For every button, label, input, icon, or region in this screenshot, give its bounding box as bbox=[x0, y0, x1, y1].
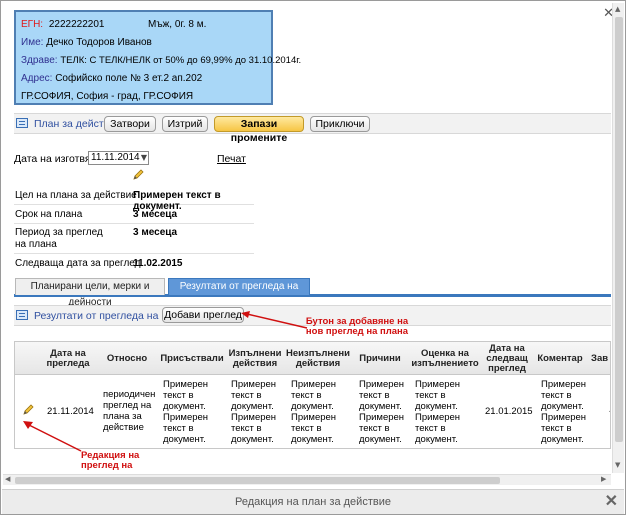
name-label: Име: bbox=[21, 37, 44, 48]
scroll-up-icon[interactable]: ▲ bbox=[615, 5, 620, 13]
footer-close-icon[interactable]: ✕ bbox=[605, 490, 618, 514]
info-row-goal: Цел на плана за действие Примерен текст … bbox=[14, 186, 254, 212]
col-reasons: Причини bbox=[359, 352, 401, 364]
cell-reasons: Примерен текст в документ. Примерен текс… bbox=[359, 379, 405, 445]
col-last: Зав bbox=[591, 352, 609, 364]
annotation-arrow-add bbox=[241, 311, 308, 329]
horizontal-scroll-thumb[interactable] bbox=[15, 477, 500, 484]
footer-title: Редакция на план за действие bbox=[235, 496, 391, 508]
finish-button[interactable]: Приключи bbox=[310, 116, 370, 132]
patient-egn-row: ЕГН: 2222222201 Мъж, 0г. 8 м. bbox=[21, 16, 266, 34]
cell-not-done: Примерен текст в документ. Примерен текс… bbox=[291, 379, 337, 445]
cell-present: Примерен текст в документ. Примерен текс… bbox=[163, 379, 209, 445]
col-about: Относно bbox=[106, 352, 148, 364]
edit-annotation: Редакция на преглед на плана bbox=[81, 450, 140, 474]
scroll-left-icon[interactable]: ◀ bbox=[5, 475, 10, 483]
table-row[interactable]: 21.11.2014 периодичен преглед на плана з… bbox=[15, 376, 610, 448]
edit-pencil-icon[interactable] bbox=[22, 404, 34, 416]
col-done: Изпълнени действия bbox=[228, 347, 282, 369]
patient-name-row: Име: Дечко Тодоров Иванов bbox=[21, 34, 266, 52]
cell-review-date: 21.11.2014 bbox=[47, 406, 94, 417]
cell-last: - bbox=[609, 406, 610, 417]
patient-address-row: Адрес: Софийско поле № 3 ет.2 ап.202 bbox=[21, 70, 266, 88]
patient-city-row: ГР.СОФИЯ, София - град, ГР.СОФИЯ bbox=[21, 88, 266, 106]
document-icon bbox=[16, 118, 28, 128]
tab-planned-goals[interactable]: Планирани цели, мерки и дейности bbox=[15, 278, 165, 308]
vertical-scroll-thumb[interactable] bbox=[615, 17, 623, 442]
print-link[interactable]: Печат bbox=[217, 153, 246, 165]
document-icon bbox=[16, 310, 28, 320]
col-not-done: Неизпълнени действия bbox=[285, 347, 350, 369]
col-present: Присъствали bbox=[160, 352, 224, 364]
action-bar: План за действие Затвори Изтрий Запази п… bbox=[14, 113, 611, 144]
horizontal-scrollbar[interactable]: ◀ ▶ bbox=[3, 474, 611, 485]
address-value: Софийско поле № 3 ет.2 ап.202 bbox=[55, 73, 203, 84]
egn-value: 2222222201 bbox=[48, 19, 105, 30]
tab-review-results[interactable]: Резултати от прегледа на плана bbox=[168, 278, 310, 308]
egn-label: ЕГН: bbox=[21, 19, 44, 30]
name-value: Дечко Тодоров Иванов bbox=[46, 37, 152, 48]
plan-info-table: Цел на плана за действие Примерен текст … bbox=[14, 186, 254, 273]
scroll-right-icon[interactable]: ▶ bbox=[601, 475, 606, 483]
dialog-content: ЕГН: 2222222201 Мъж, 0г. 8 м. Име: Дечко… bbox=[3, 3, 611, 473]
delete-button[interactable]: Изтрий bbox=[162, 116, 208, 132]
cell-next-date: 21.01.2015 bbox=[485, 406, 533, 417]
info-row-period: Период за преглед на плана 3 месеца bbox=[14, 224, 254, 254]
annotation-arrow-edit bbox=[23, 421, 82, 452]
table-header: Дата на прегледа Относно Присъствали Изп… bbox=[15, 342, 610, 375]
date-select[interactable]: 11.11.2014 ▼ bbox=[88, 151, 149, 165]
col-review-date: Дата на прегледа bbox=[46, 347, 90, 369]
dialog-window: ЕГН: 2222222201 Мъж, 0г. 8 м. Име: Дечко… bbox=[0, 0, 626, 515]
col-assessment: Оценка на изпълнението bbox=[411, 347, 479, 369]
patient-info-box: ЕГН: 2222222201 Мъж, 0г. 8 м. Име: Дечко… bbox=[14, 10, 301, 106]
info-row-term: Срок на плана 3 месеца bbox=[14, 205, 254, 224]
close-button[interactable]: Затвори bbox=[104, 116, 156, 132]
cell-about: периодичен преглед на плана за действие bbox=[103, 389, 156, 433]
add-button-annotation: Бутон за добавяне на нов преглед на план… bbox=[305, 316, 409, 337]
reviews-table: Дата на прегледа Относно Присъствали Изп… bbox=[14, 341, 611, 449]
term-label: Срок на плана bbox=[15, 209, 83, 220]
period-value: 3 месеца bbox=[133, 227, 178, 238]
health-label: Здраве: bbox=[21, 55, 58, 66]
period-label: Период за преглед на плана bbox=[15, 227, 103, 250]
scroll-down-icon[interactable]: ▼ bbox=[615, 461, 620, 469]
vertical-scrollbar[interactable]: ▲ ▼ bbox=[612, 3, 624, 473]
date-select-value: 11.11.2014 bbox=[91, 152, 140, 163]
cell-assessment: Примерен текст в документ. Примерен текс… bbox=[415, 379, 461, 445]
next-date-label: Следваща дата за преглед bbox=[15, 258, 141, 269]
save-changes-button[interactable]: Запази промените bbox=[214, 116, 304, 144]
patient-health-row: Здраве: ТЕЛК: С ТЕЛК/НЕЛК от 50% до 69,9… bbox=[21, 52, 301, 70]
dialog-footer: Редакция на план за действие ✕ bbox=[2, 489, 624, 514]
health-value: ТЕЛК: С ТЕЛК/НЕЛК от 50% до 69,99% до 31… bbox=[60, 55, 302, 66]
address-label: Адрес: bbox=[21, 73, 53, 84]
col-next-date: Дата на следващ преглед bbox=[486, 342, 528, 374]
tab-bar: Планирани цели, мерки и дейности Резулта… bbox=[14, 278, 611, 308]
info-row-next-date: Следваща дата за преглед 11.02.2015 bbox=[14, 254, 254, 273]
pencil-icon[interactable] bbox=[132, 169, 144, 181]
col-comment: Коментар bbox=[537, 352, 583, 364]
goal-label: Цел на плана за действие bbox=[15, 190, 137, 201]
cell-comment: Примерен текст в документ. Примерен текс… bbox=[541, 379, 587, 445]
cell-done: Примерен текст в документ. Примерен текс… bbox=[231, 379, 277, 445]
add-review-button[interactable]: Добави преглед bbox=[162, 307, 244, 323]
city-line: ГР.СОФИЯ, София - град, ГР.СОФИЯ bbox=[21, 91, 194, 102]
gender-age: Мъж, 0г. 8 м. bbox=[148, 19, 207, 30]
chevron-down-icon: ▼ bbox=[140, 153, 147, 162]
term-value: 3 месеца bbox=[133, 209, 178, 220]
next-date-value: 11.02.2015 bbox=[133, 258, 183, 269]
